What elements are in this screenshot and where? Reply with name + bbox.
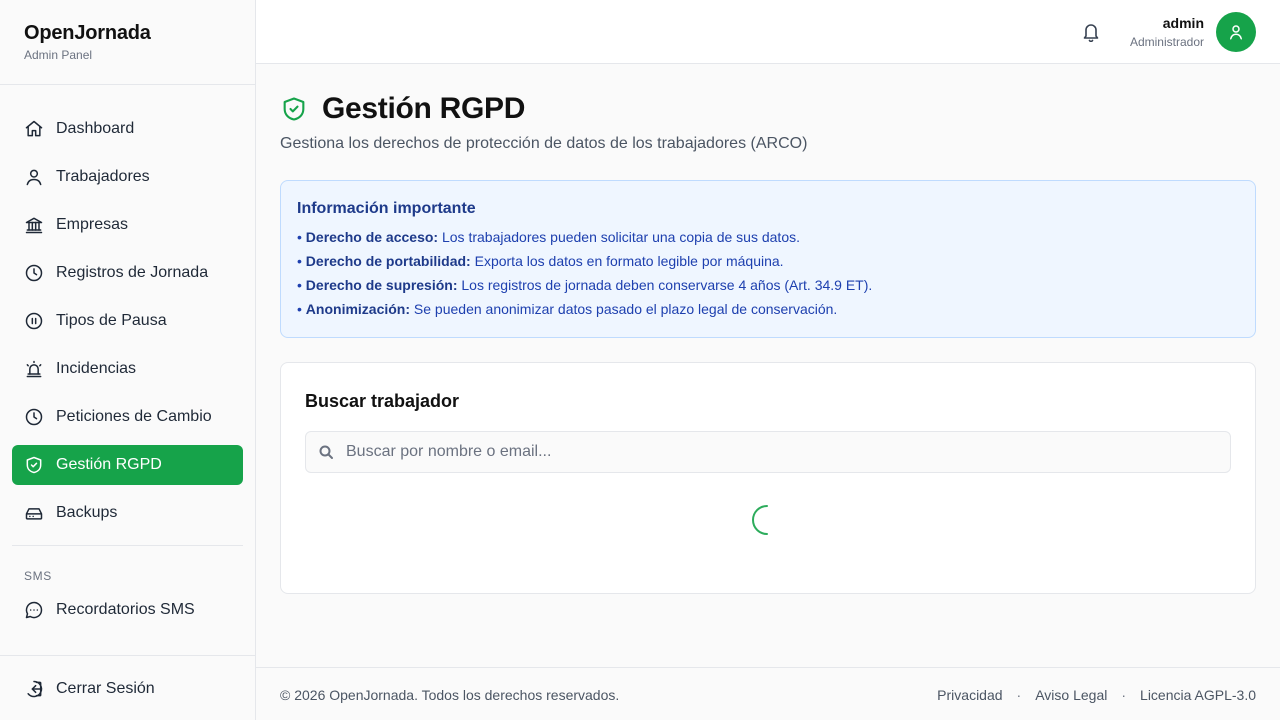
sidebar-item-tipos-pausa[interactable]: Tipos de Pausa	[12, 301, 243, 341]
sidebar-item-peticiones[interactable]: Peticiones de Cambio	[12, 397, 243, 437]
info-line-text: Los registros de jornada deben conservar…	[457, 277, 873, 293]
info-line: • Derecho de acceso: Los trabajadores pu…	[297, 229, 800, 245]
footer-links: Privacidad · Aviso Legal · Licencia AGPL…	[937, 687, 1256, 703]
separator-dot: ·	[1121, 687, 1127, 703]
info-line: • Anonimización: Se pueden anonimizar da…	[297, 301, 838, 317]
hard-drive-icon	[24, 503, 44, 523]
siren-icon	[24, 359, 44, 379]
logout-label: Cerrar Sesión	[56, 680, 155, 697]
info-line: • Derecho de supresión: Los registros de…	[297, 277, 873, 293]
footer-link-privacidad[interactable]: Privacidad	[937, 687, 1002, 703]
top-header: admin Administrador	[256, 0, 1280, 64]
sidebar-item-label: Gestión RGPD	[56, 456, 162, 473]
sidebar-item-empresas[interactable]: Empresas	[12, 205, 243, 245]
info-title: Información importante	[297, 200, 476, 217]
search-icon	[318, 444, 334, 460]
sidebar-item-label: Dashboard	[56, 120, 135, 137]
info-line-label: Derecho de acceso:	[305, 229, 439, 245]
brand-title: OpenJornada	[24, 22, 151, 44]
sidebar-item-trabajadores[interactable]: Trabajadores	[12, 157, 243, 197]
sidebar-section-label: SMS	[24, 569, 52, 583]
sidebar-item-label: Registros de Jornada	[56, 264, 209, 281]
sidebar-item-label: Tipos de Pausa	[56, 312, 167, 329]
page-subtitle: Gestiona los derechos de protección de d…	[280, 135, 808, 152]
sidebar-item-label: Empresas	[56, 216, 129, 233]
page-title: Gestión RGPD	[322, 92, 526, 125]
copyright-text: © 2026 OpenJornada. Todos los derechos r…	[280, 687, 620, 703]
sidebar-footer: Cerrar Sesión	[0, 655, 255, 717]
home-icon	[24, 119, 44, 139]
user-icon	[24, 167, 44, 187]
search-input[interactable]	[346, 443, 1206, 461]
sidebar-nav: Dashboard Trabajadores Empresas Registro…	[0, 85, 255, 630]
loading-spinner	[752, 505, 768, 535]
separator-dot: ·	[1016, 687, 1022, 703]
pause-circle-icon	[24, 311, 44, 331]
sidebar-item-dashboard[interactable]: Dashboard	[12, 109, 243, 149]
sidebar-item-gestion-rgpd[interactable]: Gestión RGPD	[12, 445, 243, 485]
message-circle-icon	[24, 600, 44, 620]
brand: OpenJornada Admin Panel	[0, 0, 255, 85]
building-icon	[24, 215, 44, 235]
info-box: Información importante • Derecho de acce…	[280, 180, 1256, 338]
brand-subtitle: Admin Panel	[24, 48, 93, 62]
page-title-row: Gestión RGPD	[280, 92, 525, 126]
avatar[interactable]	[1216, 12, 1256, 52]
info-line-text: Se pueden anonimizar datos pasado el pla…	[410, 301, 838, 317]
clock-icon	[24, 263, 44, 283]
search-box[interactable]	[305, 431, 1231, 473]
footer-link-aviso-legal[interactable]: Aviso Legal	[1035, 687, 1107, 703]
sidebar-item-label: Backups	[56, 504, 118, 521]
search-card-title: Buscar trabajador	[305, 391, 460, 411]
sidebar-item-incidencias[interactable]: Incidencias	[12, 349, 243, 389]
page-footer: © 2026 OpenJornada. Todos los derechos r…	[256, 667, 1280, 720]
footer-link-licencia[interactable]: Licencia AGPL-3.0	[1140, 687, 1256, 703]
sidebar-item-backups[interactable]: Backups	[12, 493, 243, 533]
info-line-text: Exporta los datos en formato legible por…	[470, 253, 784, 269]
shield-check-icon	[283, 97, 305, 121]
sidebar-item-label: Peticiones de Cambio	[56, 408, 212, 425]
search-card: Buscar trabajador	[280, 362, 1256, 594]
user-info: admin Administrador	[1130, 15, 1204, 49]
user-icon	[1230, 25, 1242, 40]
sidebar-item-label: Incidencias	[56, 360, 137, 377]
sidebar: OpenJornada Admin Panel Dashboard Trabaj…	[0, 0, 256, 720]
info-line-label: Derecho de portabilidad:	[305, 253, 471, 269]
clock-icon	[24, 407, 44, 427]
sidebar-item-registros[interactable]: Registros de Jornada	[12, 253, 243, 293]
logout-icon	[24, 679, 44, 699]
info-line-label: Derecho de supresión:	[305, 277, 458, 293]
sidebar-item-label: Recordatorios SMS	[56, 601, 195, 618]
info-line-label: Anonimización:	[305, 301, 411, 317]
user-role: Administrador	[1129, 35, 1204, 49]
user-name: admin	[1162, 15, 1204, 31]
sidebar-item-recordatorios-sms[interactable]: Recordatorios SMS	[12, 590, 243, 630]
logout-button[interactable]: Cerrar Sesión	[12, 669, 243, 709]
main-content: Gestión RGPD Gestiona los derechos de pr…	[256, 64, 1280, 667]
bell-icon[interactable]	[1082, 22, 1100, 43]
shield-check-icon	[24, 455, 44, 475]
info-line: • Derecho de portabilidad: Exporta los d…	[297, 253, 784, 269]
info-line-text: Los trabajadores pueden solicitar una co…	[438, 229, 800, 245]
sidebar-item-label: Trabajadores	[56, 168, 150, 185]
